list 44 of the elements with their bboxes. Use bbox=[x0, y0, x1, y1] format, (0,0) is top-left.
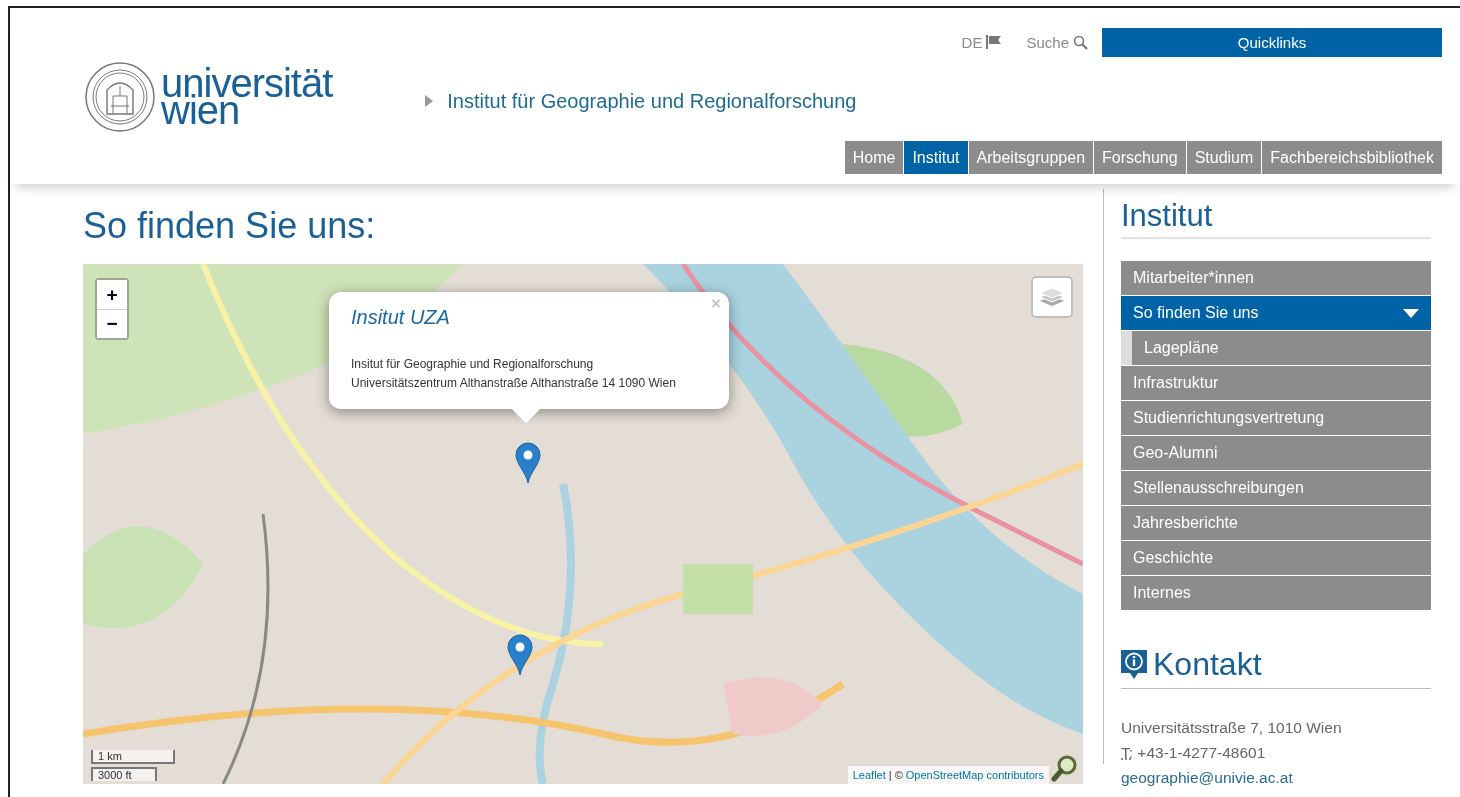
address-text: Universitätsstraße 7, 1010 Wien bbox=[1121, 718, 1343, 738]
magnifier-icon[interactable] bbox=[1051, 754, 1079, 782]
email-link[interactable]: geographie@univie.ac.at bbox=[1121, 765, 1431, 790]
osm-link[interactable]: OpenStreetMap contributors bbox=[905, 769, 1044, 781]
sidebar-item[interactable]: Stellenausschreibungen bbox=[1121, 471, 1431, 505]
zoom-out-button[interactable]: − bbox=[97, 309, 127, 338]
leaflet-link[interactable]: Leaflet bbox=[852, 769, 886, 781]
popup-title: Insitut UZA bbox=[351, 306, 451, 329]
language-link[interactable]: DE bbox=[961, 33, 1003, 51]
nav-tab[interactable]: Fachbereichsbibliothek bbox=[1261, 141, 1442, 174]
sidebar-item[interactable]: Mitarbeiter*innen bbox=[1121, 261, 1431, 295]
caret-icon bbox=[425, 95, 434, 107]
sidebar-item[interactable]: So finden Sie uns bbox=[1121, 296, 1431, 330]
info-icon bbox=[1121, 649, 1147, 680]
popup-text: Insitut für Geographie und Regionalforschung bbox=[351, 356, 595, 373]
flag-icon bbox=[986, 35, 1003, 49]
sidebar-item[interactable]: Geo-Alumni bbox=[1121, 436, 1431, 470]
marker-icon[interactable] bbox=[507, 634, 533, 676]
breadcrumb-link[interactable]: Institut für Geographie und Regionalforschung bbox=[447, 89, 857, 113]
nav-tab[interactable]: Forschung bbox=[1093, 141, 1186, 174]
sidebar-item[interactable]: Studienrichtungsvertretung bbox=[1121, 401, 1431, 435]
contact-title: Kontakt bbox=[1153, 646, 1262, 683]
marker-icon[interactable] bbox=[515, 442, 541, 484]
sidebar-item[interactable]: Jahresberichte bbox=[1121, 506, 1431, 540]
close-button[interactable]: × bbox=[711, 294, 721, 314]
quicklinks-button[interactable]: Quicklinks bbox=[1102, 27, 1442, 57]
nav-tab[interactable]: Arbeitsgruppen bbox=[967, 141, 1094, 174]
sidebar-item[interactable]: Geschichte bbox=[1121, 541, 1431, 575]
page-title: So finden Sie uns: bbox=[83, 206, 377, 246]
search-link[interactable]: Suche bbox=[1026, 33, 1088, 51]
sidebar-item[interactable]: Internes bbox=[1121, 576, 1431, 610]
sidebar-title: Institut bbox=[1121, 197, 1431, 239]
sidebar-item[interactable]: Infrastruktur bbox=[1121, 366, 1431, 400]
scale-label: 1 km bbox=[91, 750, 175, 764]
search-icon bbox=[1073, 34, 1088, 50]
nav-tab[interactable]: Home bbox=[843, 141, 904, 174]
popup-text: Universitätszentrum Althanstraße Althanstraße 14 1090 Wien bbox=[351, 375, 677, 392]
nav-tab[interactable]: Institut bbox=[903, 141, 968, 174]
nav-tab[interactable]: Studium bbox=[1185, 141, 1262, 174]
sidebar-item[interactable]: Lagepläne bbox=[1121, 331, 1431, 365]
attribution-text: | © bbox=[888, 769, 903, 781]
phone-text: T: +43-1-4277-48601 bbox=[1121, 743, 1267, 763]
scale-label: 3000 ft bbox=[91, 767, 157, 781]
seal-icon bbox=[85, 62, 155, 132]
